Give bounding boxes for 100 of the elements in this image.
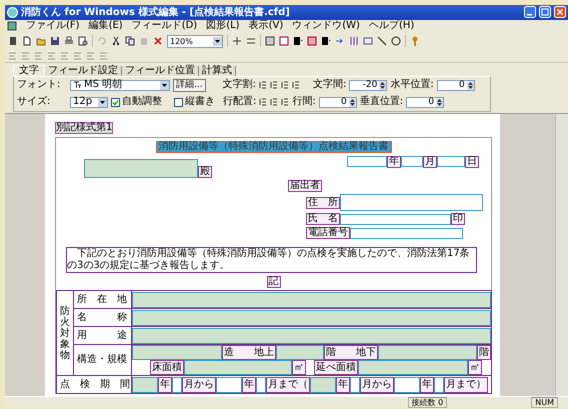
maximize-icon[interactable] (539, 6, 551, 18)
spinner-arrows-icon[interactable] (466, 80, 474, 90)
input-field[interactable] (132, 310, 491, 326)
input-field[interactable] (358, 360, 468, 376)
caret-icon[interactable] (213, 36, 222, 46)
field-label: 行間: (292, 97, 316, 108)
spinner-arrows-icon[interactable] (348, 98, 356, 107)
row-label: 用 途 (74, 326, 132, 345)
caret-icon[interactable] (98, 98, 107, 107)
field-label: 文字間: (312, 80, 346, 90)
menu-item[interactable]: 表示(V) (248, 21, 284, 32)
form-label: 記 (266, 276, 280, 288)
font-dropdown[interactable]: MS 明朝 (70, 80, 170, 91)
input-field[interactable] (256, 376, 266, 393)
input-field[interactable] (184, 360, 292, 376)
print-icon[interactable] (64, 36, 74, 46)
tab[interactable]: 文字 (13, 64, 45, 76)
input-field[interactable] (216, 376, 242, 393)
input-field[interactable] (132, 376, 158, 393)
line-color-icon[interactable] (321, 36, 331, 46)
form-label: 月から (360, 376, 394, 393)
delete-icon[interactable] (153, 36, 163, 46)
form-label: ㎡ (292, 360, 306, 376)
form-label: 月まで） (444, 376, 488, 393)
checkbox[interactable] (111, 98, 120, 107)
copy-icon[interactable] (125, 36, 135, 46)
input-field[interactable] (132, 345, 222, 360)
input-field[interactable] (394, 376, 420, 393)
scissors-icon[interactable] (111, 36, 121, 46)
position-spinner[interactable]: 0 (436, 80, 475, 91)
tab[interactable]: フィールド設定 (45, 66, 122, 76)
caret-icon[interactable] (160, 80, 169, 90)
menu-item[interactable]: ヘルプ(H) (368, 21, 414, 32)
folder-icon[interactable] (36, 36, 46, 46)
input-field[interactable] (84, 159, 198, 178)
menu-item[interactable]: 編集(E) (88, 21, 123, 32)
align-center-icon[interactable] (280, 81, 289, 90)
align-right-icon[interactable] (292, 81, 300, 90)
close-icon[interactable] (554, 6, 566, 18)
input-field[interactable] (340, 214, 451, 225)
spacing-spinner[interactable]: -20 (349, 80, 388, 91)
input-field[interactable] (437, 156, 465, 168)
preview-icon[interactable] (78, 36, 88, 46)
input-field[interactable] (276, 345, 324, 360)
form-label: 年 (242, 376, 256, 393)
spinner-arrows-icon[interactable] (379, 80, 386, 90)
align-bottom-icon[interactable] (281, 98, 290, 106)
status-text: 接続数 0 (408, 397, 448, 408)
minimize-icon[interactable] (524, 6, 536, 18)
form-label: 月 (423, 156, 437, 168)
menu-item[interactable]: フィールド(D) (132, 21, 198, 32)
justify-icon[interactable] (258, 81, 267, 90)
align-left-icon[interactable] (270, 81, 278, 90)
form-label: 造 地上 (222, 345, 276, 360)
font-type-icon (73, 81, 82, 90)
zoom-value: 120% (170, 36, 193, 46)
save-icon[interactable] (50, 36, 60, 46)
form-label: 届出者 (288, 180, 322, 192)
input-field[interactable] (340, 194, 483, 212)
input-field[interactable] (347, 156, 387, 168)
frame-icon[interactable] (265, 36, 275, 46)
color-swatch-icon[interactable] (307, 36, 317, 46)
input-field[interactable] (132, 328, 491, 344)
menu-item[interactable]: ウィンドウ(W) (292, 21, 360, 32)
align-middle-icon[interactable] (270, 98, 278, 106)
details-button[interactable]: 詳細... (173, 78, 206, 92)
line-icon[interactable] (377, 36, 387, 46)
spacing-spinner[interactable]: 0 (318, 96, 357, 108)
field-label: 行配置: (223, 97, 256, 108)
zoom-dropdown[interactable]: 120% (167, 34, 223, 48)
input-field[interactable] (350, 376, 360, 393)
input-field[interactable] (132, 292, 491, 308)
fill-color-icon[interactable] (293, 36, 303, 46)
rectangle-icon[interactable] (363, 36, 373, 46)
input-field[interactable] (350, 228, 463, 239)
field-label: サイズ: (17, 97, 52, 108)
input-field[interactable] (172, 376, 182, 393)
menu-item[interactable]: ファイル(F) (26, 21, 80, 32)
circle-icon[interactable] (391, 36, 401, 46)
menu-item[interactable]: 図形(L) (206, 21, 240, 32)
tab[interactable]: 計算式 (199, 66, 236, 76)
tab[interactable]: フィールド位置 (122, 66, 199, 76)
bars-icon[interactable] (349, 36, 359, 46)
size-dropdown[interactable]: 12p (70, 96, 108, 108)
checkbox[interactable] (174, 98, 183, 107)
position-spinner[interactable]: 0 (406, 96, 444, 108)
new-file-icon[interactable] (22, 36, 32, 46)
key-icon[interactable] (410, 36, 420, 46)
input-field[interactable] (401, 156, 423, 168)
book-icon[interactable] (8, 36, 18, 46)
row-group-label: 防火対象物 (60, 306, 70, 361)
align-top-icon[interactable] (259, 98, 268, 106)
input-field[interactable] (310, 376, 336, 393)
input-field[interactable] (434, 376, 444, 393)
field-label: フォント: (17, 80, 62, 90)
spinner-arrows-icon[interactable] (436, 98, 444, 107)
field-label: 垂直位置: (360, 97, 404, 108)
input-field[interactable] (378, 345, 477, 360)
scrollbar[interactable] (555, 114, 568, 396)
statement-text: 下記のとおり消防用設備等（特殊消防用設備等）の点検を実施したので、消防法第17条の3の3の規定に基づき報告します。 (66, 247, 477, 274)
